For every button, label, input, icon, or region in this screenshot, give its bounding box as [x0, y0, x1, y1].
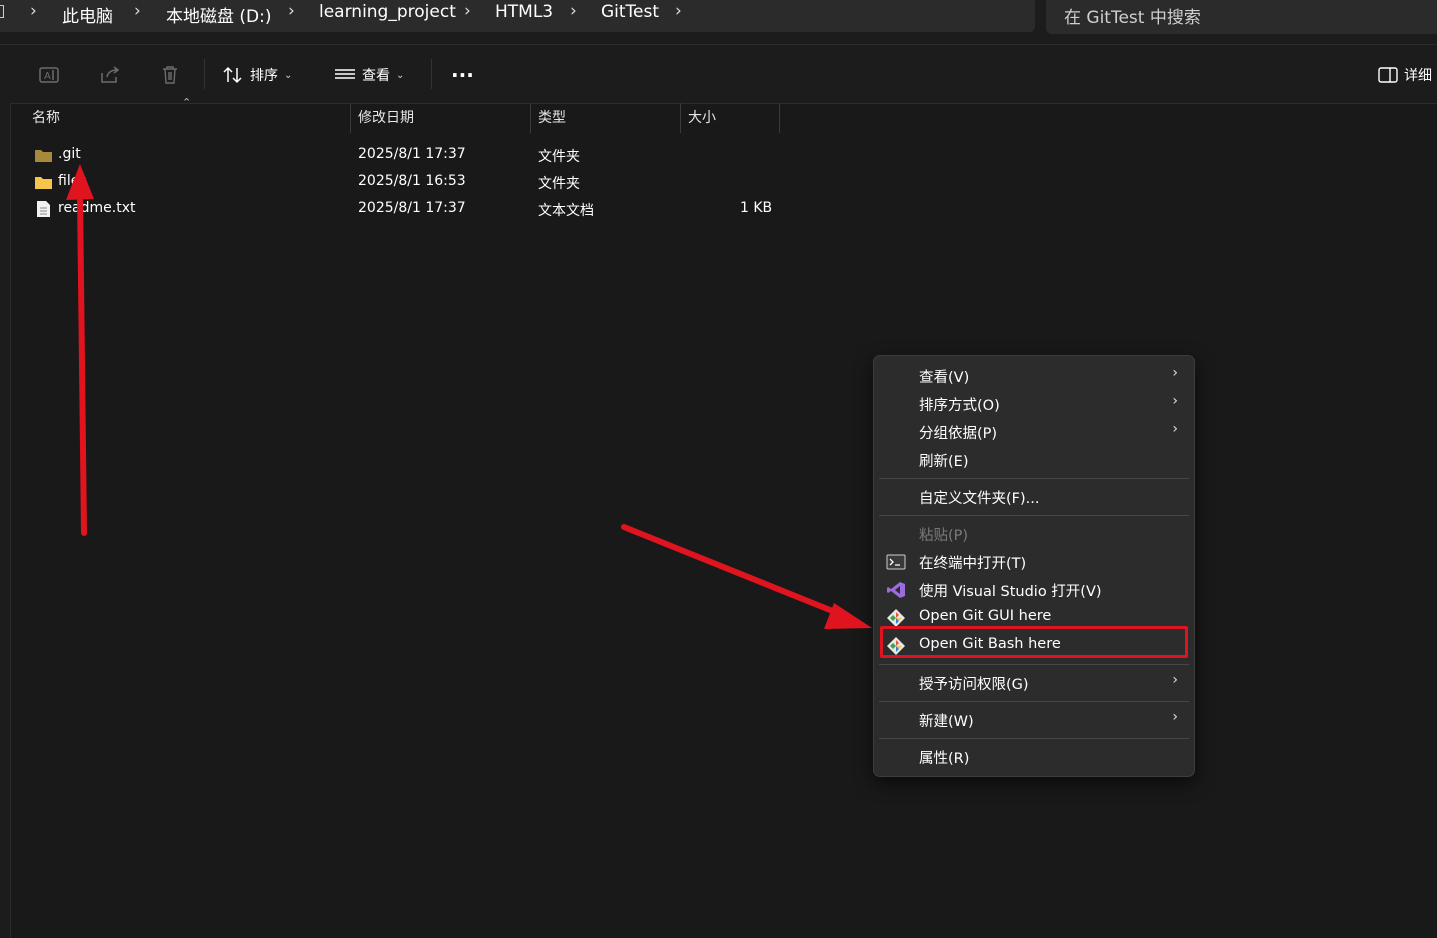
- annotation-arrow-right: [621, 524, 872, 629]
- annotation-arrow-up: [66, 164, 94, 536]
- annotation-arrows: [66, 164, 872, 629]
